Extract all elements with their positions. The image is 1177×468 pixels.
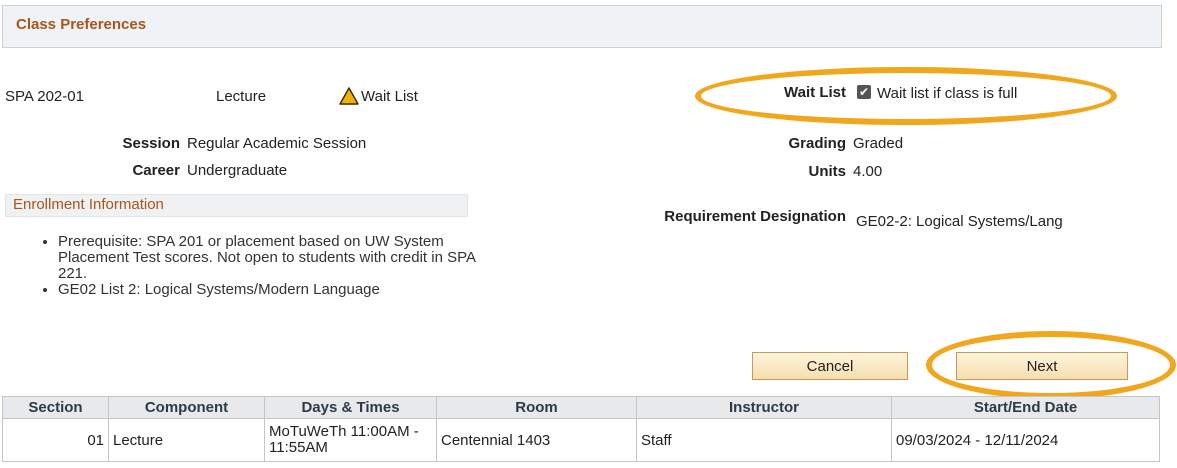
units-value: 4.00 [853,163,883,180]
checkmark-icon: ✔ [858,85,870,99]
table-header-row: Section Component Days & Times Room Inst… [2,396,1160,419]
col-header-start-end-date: Start/End Date [891,396,1160,419]
grading-value: Graded [853,135,904,152]
grading-label: Grading [788,135,846,152]
col-header-section: Section [2,396,109,419]
page-header-bar [2,5,1162,48]
enrollment-info-heading: Enrollment Information [5,194,468,217]
wait-list-checkbox[interactable]: ✔ [857,85,871,99]
cell-room: Centennial 1403 [436,418,637,462]
session-value: Regular Academic Session [187,135,367,152]
cell-days-times: MoTuWeTh 11:00AM - 11:55AM [264,418,437,462]
wait-list-checkbox-label[interactable]: Wait list if class is full [877,85,1017,102]
units-label: Units [808,163,847,180]
enrollment-info-list: Prerequisite: SPA 201 or placement based… [40,234,478,298]
list-item: GE02 List 2: Logical Systems/Modern Lang… [58,282,478,298]
col-header-instructor: Instructor [636,396,892,419]
class-section-code: SPA 202-01 [5,88,84,105]
wait-list-status: Wait List [339,87,418,105]
requirement-label: Requirement Designation [664,208,846,225]
career-label: Career [132,162,180,179]
cancel-button[interactable]: Cancel [752,352,908,380]
col-header-component: Component [108,396,265,419]
career-value: Undergraduate [187,162,288,179]
list-item: Prerequisite: SPA 201 or placement based… [58,234,478,282]
cell-start-end-date: 09/03/2024 - 12/11/2024 [891,418,1160,462]
page-title: Class Preferences [16,16,147,33]
col-header-days-times: Days & Times [264,396,437,419]
wait-list-label: Wait List [784,84,846,101]
cell-component: Lecture [108,418,265,462]
status-text: Wait List [361,87,418,105]
warning-triangle-icon [339,87,359,105]
table-row: 01 Lecture MoTuWeTh 11:00AM - 11:55AM Ce… [2,418,1160,462]
session-label: Session [122,135,180,152]
sections-table: Section Component Days & Times Room Inst… [2,396,1160,462]
class-component: Lecture [216,88,267,105]
col-header-room: Room [436,396,637,419]
cell-section: 01 [2,418,109,462]
cell-instructor: Staff [636,418,892,462]
requirement-value: GE02-2: Logical Systems/Lang [856,213,1063,230]
next-button[interactable]: Next [956,352,1128,380]
